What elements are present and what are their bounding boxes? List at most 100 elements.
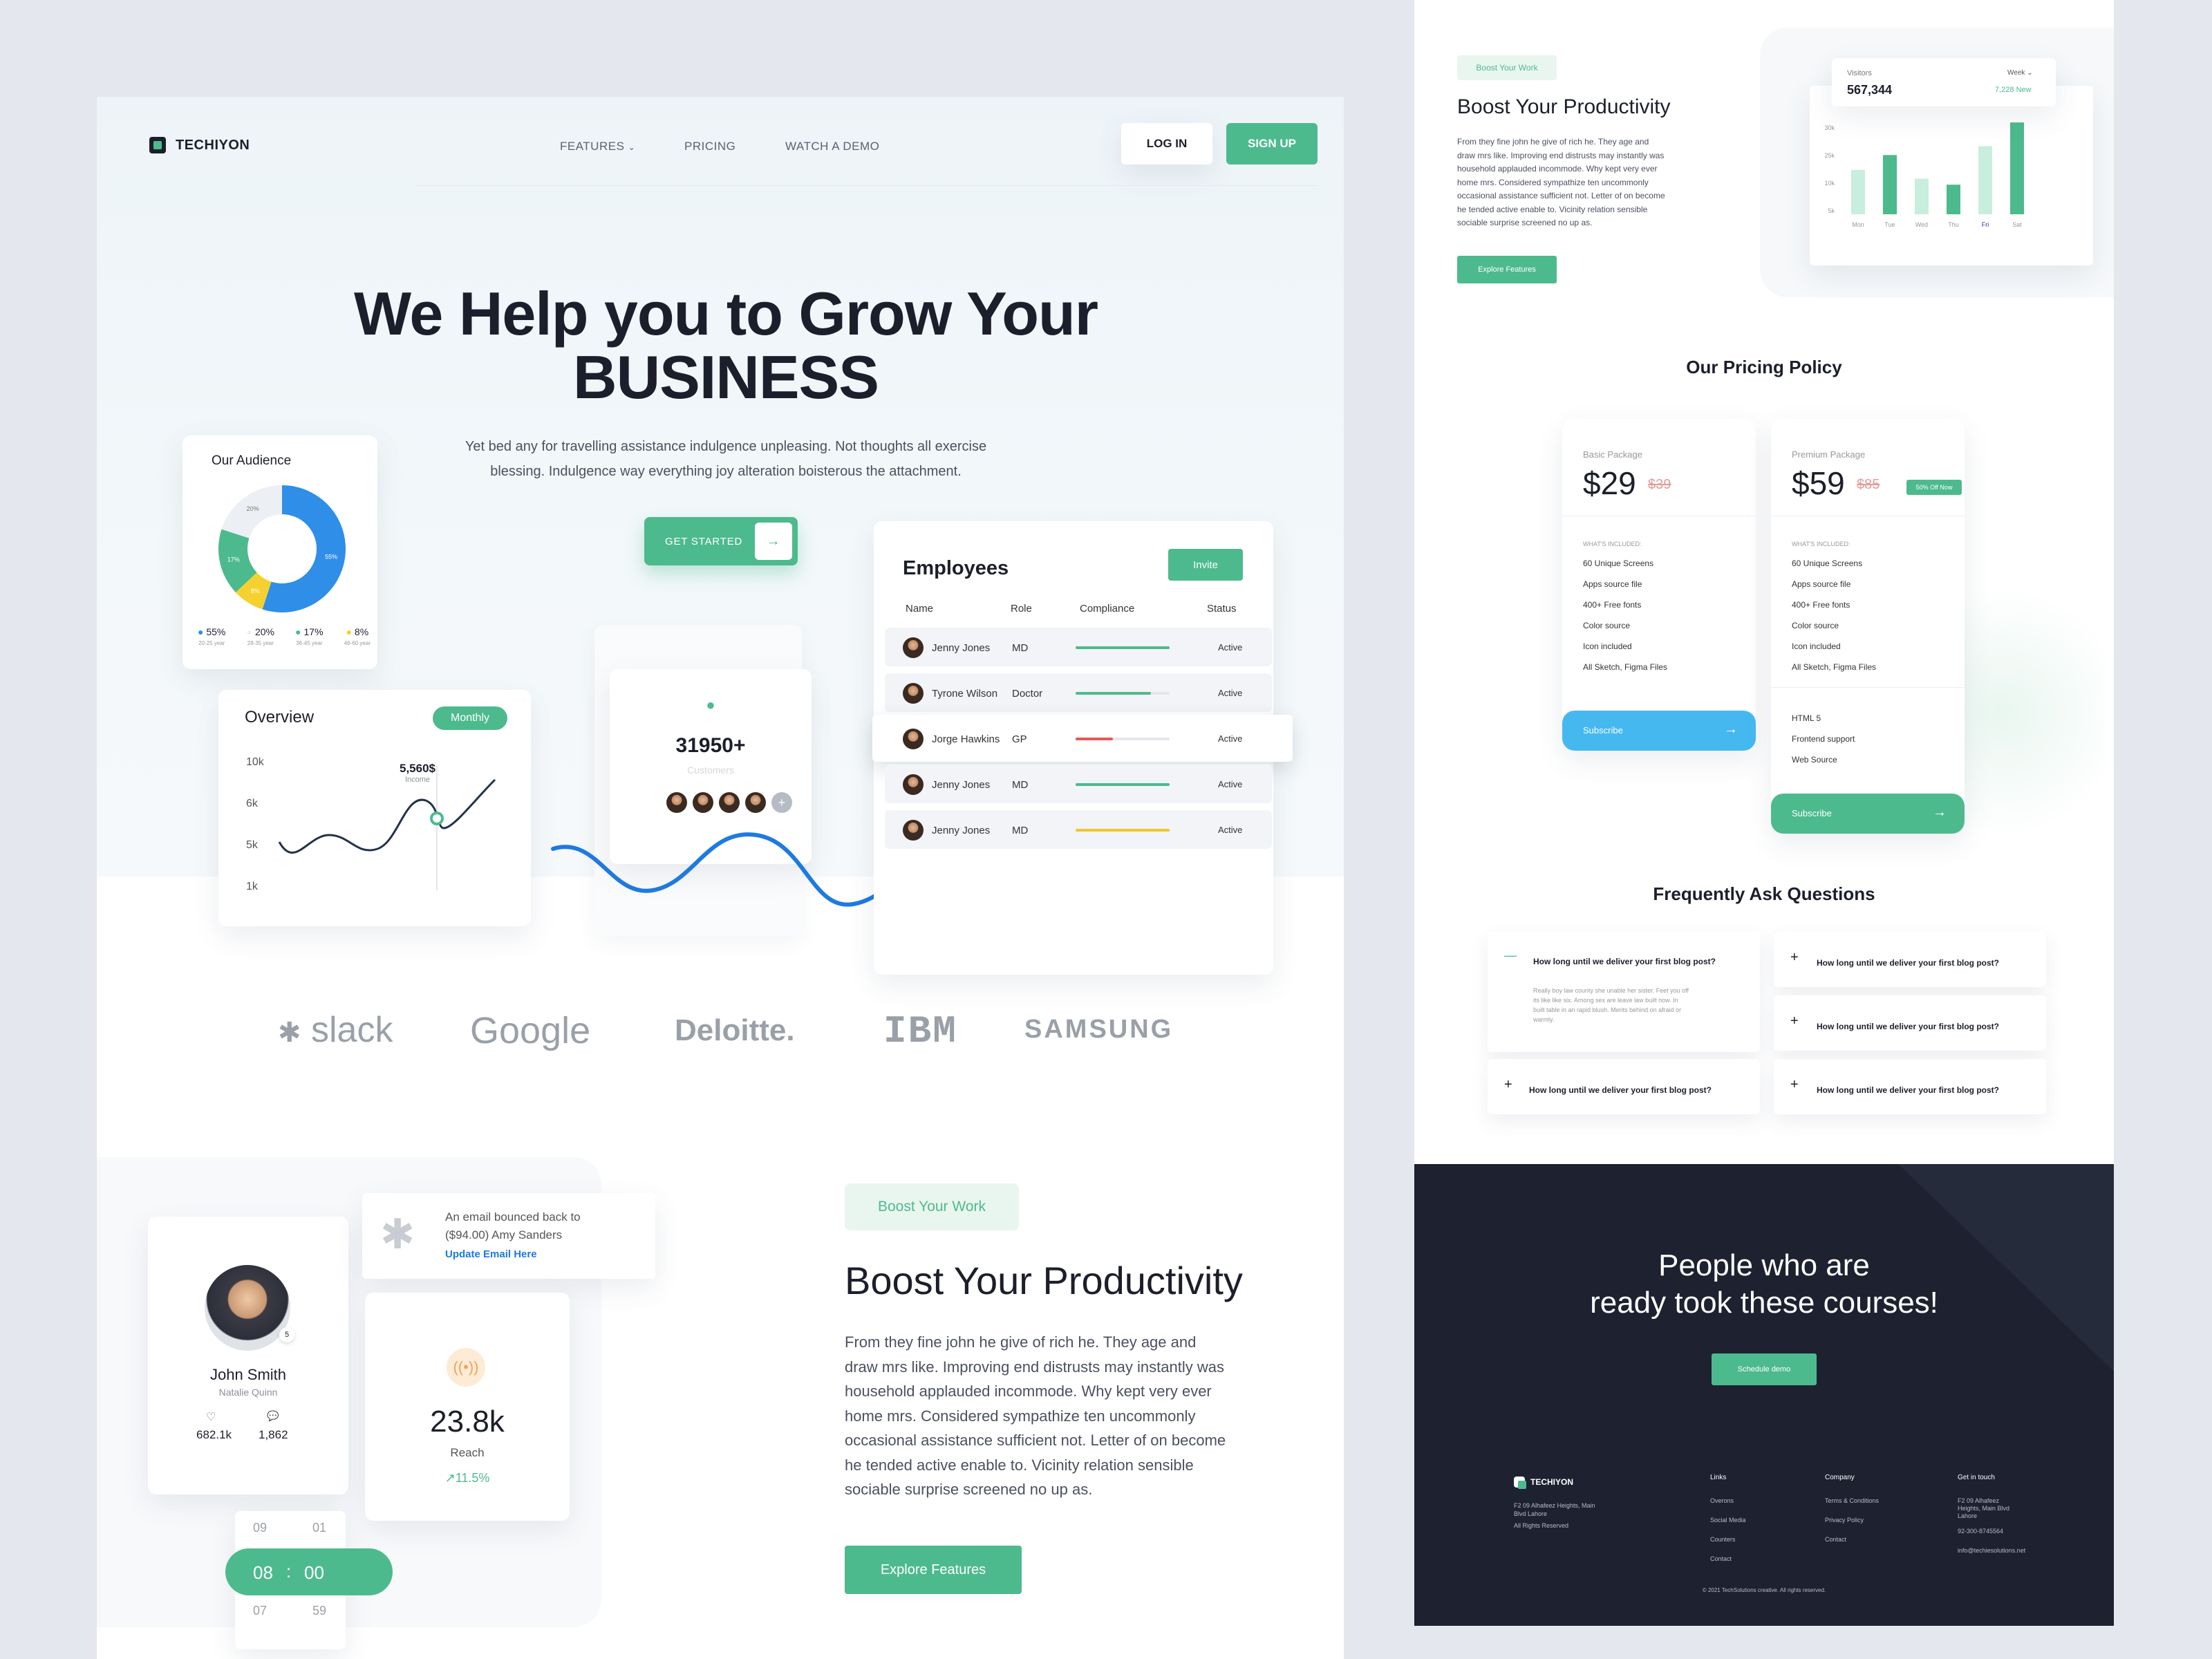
faq-item[interactable]: + How long until we deliver your first b… xyxy=(1774,995,2046,1051)
donut-slice-label: 8% xyxy=(251,588,260,594)
slack-logo: ✱ slack xyxy=(278,1009,393,1051)
footer-link[interactable]: Counters xyxy=(1710,1536,1736,1543)
faq-question: How long until we deliver your first blo… xyxy=(1529,1085,1712,1095)
get-started-button[interactable]: GET STARTED → xyxy=(644,517,798,565)
reach-label: Reach xyxy=(450,1446,485,1459)
right-boost-body: From they fine john he give of rich he. … xyxy=(1457,135,1706,230)
compliance-bar xyxy=(1076,829,1170,832)
table-row[interactable]: Jenny Jones MD Active xyxy=(885,810,1272,849)
legend-label: 17% xyxy=(303,626,324,637)
basic-subscribe-button[interactable]: Subscribe → xyxy=(1562,711,1756,751)
footer-company-link[interactable]: Terms & Conditions xyxy=(1825,1497,1879,1504)
nav-pricing[interactable]: PRICING xyxy=(684,140,735,153)
hours-value[interactable]: 08 xyxy=(253,1562,273,1584)
time-picker[interactable]: 08 : 00 xyxy=(225,1548,393,1595)
landing-page-continued: Boost Your Work Boost Your Productivity … xyxy=(1414,0,2114,1164)
footer-brand[interactable]: TECHIYON xyxy=(1514,1477,1573,1489)
faq-item[interactable]: + How long until we deliver your first b… xyxy=(1774,1059,2046,1114)
footer-link[interactable]: Overons xyxy=(1710,1497,1734,1504)
courses-title-line2: ready took these courses! xyxy=(1590,1286,1938,1320)
right-boost-body-line: he tended active enable to. Vicinity rel… xyxy=(1457,204,1648,214)
faq-answer-line: warmly. xyxy=(1533,1016,1555,1023)
right-boost-tag: Boost Your Work xyxy=(1457,55,1557,80)
footer-link[interactable]: Social Media xyxy=(1710,1517,1746,1524)
slack-icon: ✱ xyxy=(278,1018,301,1048)
donut-slice-label: 17% xyxy=(227,556,240,563)
explore-features-button[interactable]: Explore Features xyxy=(845,1546,1022,1594)
notification-line2: ($94.00) Amy Sanders xyxy=(445,1228,563,1241)
employees-table-body: Jenny Jones MD Active Tyrone Wilson Doctor Ac… xyxy=(872,628,1293,932)
avatar xyxy=(903,774,924,795)
audience-title: Our Audience xyxy=(212,453,292,468)
faq-item[interactable]: + How long until we deliver your first b… xyxy=(1774,932,2046,987)
faq-answer-line: built table in an rapid blush. Merits be… xyxy=(1533,1006,1682,1013)
chevron-down-icon: ⌄ xyxy=(628,142,636,152)
legend-value: ● 17% xyxy=(295,626,323,637)
period-toggle[interactable]: Monthly xyxy=(433,706,507,730)
faq-answer: Really boy law county she unable her sis… xyxy=(1533,986,1741,1024)
update-email-link[interactable]: Update Email Here xyxy=(445,1248,537,1260)
comments-count: 1,862 xyxy=(259,1428,288,1441)
invite-button[interactable]: Invite xyxy=(1168,549,1243,581)
heart-icon[interactable]: ♡ xyxy=(206,1410,216,1424)
comment-icon[interactable]: 💬 xyxy=(267,1410,279,1422)
table-row[interactable]: Jenny Jones MD Active xyxy=(885,628,1272,666)
minus-icon: — xyxy=(1504,948,1517,962)
minute-below: 59 xyxy=(312,1604,327,1618)
login-button[interactable]: LOG IN xyxy=(1121,123,1212,165)
bar-thu xyxy=(1947,185,1960,214)
faq-item-open[interactable]: — How long until we deliver your first b… xyxy=(1488,932,1760,1052)
footer-links-title: Links xyxy=(1710,1474,1727,1481)
employee-role: MD xyxy=(1012,825,1029,836)
minutes-value[interactable]: 00 xyxy=(304,1562,324,1584)
landing-page: TECHIYON FEATURES ⌄ PRICING WATCH A DEMO… xyxy=(97,97,1344,1659)
table-row[interactable]: Jenny Jones MD Active xyxy=(885,765,1272,803)
nav-watch-demo[interactable]: WATCH A DEMO xyxy=(785,140,879,153)
bar-x-label: Wed xyxy=(1915,221,1928,228)
footer-address: F2 09 Alhafeez Heights, Main Blvd Lahore xyxy=(1514,1501,1595,1518)
avatar xyxy=(745,792,766,813)
compliance-bar xyxy=(1076,646,1170,649)
legend-label: 8% xyxy=(354,626,369,637)
samsung-logo: SAMSUNG xyxy=(1024,1015,1174,1044)
profile-name: John Smith xyxy=(209,1366,287,1383)
boost-body-line: occasional assistance sufficient not. Le… xyxy=(845,1432,1226,1449)
brand-logo[interactable]: TECHIYON xyxy=(149,137,250,153)
visitors-bar-chart: 30k 25k 10k 5k Mon Tue Wed Thu Fri Sat xyxy=(1824,122,2024,228)
faq-question: How long until we deliver your first blo… xyxy=(1533,957,1716,966)
right-boost-body-line: occasional assistance sufficient not. Le… xyxy=(1457,191,1665,200)
profile-avatar[interactable] xyxy=(205,1265,290,1351)
footer-company-link[interactable]: Privacy Policy xyxy=(1825,1517,1864,1524)
plan-feature: Color source xyxy=(1792,621,1839,630)
visitors-period[interactable]: Week ⌄ xyxy=(2007,69,2033,77)
legend-item: ● 20% 28-35 year xyxy=(247,626,274,646)
footer-phone[interactable]: 92-300-8745564 xyxy=(1958,1528,2003,1535)
legend-label: 55% xyxy=(206,626,226,637)
nav-features[interactable]: FEATURES ⌄ xyxy=(560,140,635,153)
discount-badge: 50% Off Now xyxy=(1906,480,1962,495)
bar-tue xyxy=(1883,155,1897,214)
faq-item[interactable]: + How long until we deliver your first b… xyxy=(1488,1059,1760,1114)
bar-x-label: Thu xyxy=(1948,221,1959,228)
bar-x-label: Mon xyxy=(1852,221,1864,228)
compliance-bar xyxy=(1076,783,1170,786)
legend-value: ● 8% xyxy=(344,626,371,637)
google-logo: Google xyxy=(470,1010,591,1051)
add-avatar-icon[interactable]: + xyxy=(771,792,792,813)
footer-email[interactable]: info@techiesolutions.net xyxy=(1958,1547,2025,1554)
header-status: Status xyxy=(1207,603,1237,615)
table-row[interactable]: Tyrone Wilson Doctor Active xyxy=(885,673,1272,712)
time-separator: : xyxy=(286,1561,292,1582)
schedule-demo-button[interactable]: Schedule demo xyxy=(1712,1353,1817,1385)
right-explore-button[interactable]: Explore Features xyxy=(1457,256,1557,283)
footer-link[interactable]: Contact xyxy=(1710,1555,1732,1562)
signup-button[interactable]: SIGN UP xyxy=(1226,123,1318,165)
customers-label: Customers xyxy=(687,765,734,776)
premium-subscribe-button[interactable]: Subscribe → xyxy=(1771,794,1965,834)
reach-change-value: 11.5% xyxy=(455,1471,490,1485)
contact-line2: Heights, Main Blvd xyxy=(1958,1505,2010,1512)
footer-company-link[interactable]: Contact xyxy=(1825,1536,1846,1543)
footer-rights: All Rights Reserved xyxy=(1514,1522,1569,1529)
table-row[interactable]: Jorge Hawkins GP Active xyxy=(872,715,1293,762)
avatar xyxy=(719,792,740,813)
